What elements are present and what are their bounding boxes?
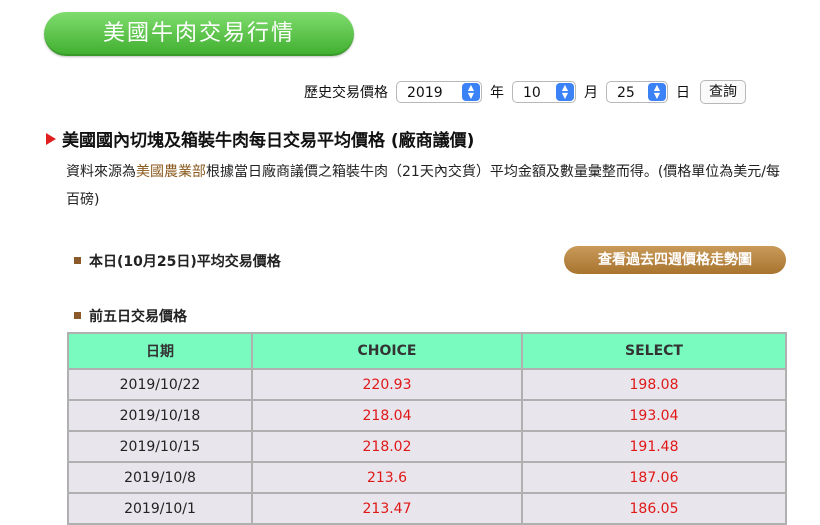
four-week-trend-button[interactable]: 查看過去四週價格走勢圖 (564, 246, 786, 274)
select-arrows-icon: ▲ ▼ (462, 83, 480, 101)
row-date: 2019/10/1 (67, 492, 253, 525)
row-choice-price: 213.47 (251, 492, 523, 525)
select-arrows-icon: ▲ ▼ (556, 83, 574, 101)
select-arrows-icon: ▲ ▼ (648, 83, 666, 101)
row-choice-price: 220.93 (251, 368, 523, 401)
table-row: 2019/10/18 218.04 193.04 (67, 399, 787, 432)
row-date: 2019/10/22 (67, 368, 253, 401)
table-row: 2019/10/8 213.6 187.06 (67, 461, 787, 494)
section-title: 美國國內切塊及箱裝牛肉每日交易平均價格 (廠商議價) (46, 126, 474, 151)
today-price-heading: 本日(10月25日)平均交易價格 (74, 251, 281, 271)
year-select[interactable]: 2019 ▲ ▼ (396, 81, 482, 103)
desc-prefix: 資料來源為 (66, 164, 136, 180)
month-select[interactable]: 10 ▲ ▼ (512, 81, 576, 103)
table-row: 2019/10/22 220.93 198.08 (67, 368, 787, 401)
column-header-choice: CHOICE (251, 332, 523, 370)
bullet-square-icon (74, 312, 81, 319)
query-button[interactable]: 查詢 (700, 80, 746, 104)
row-select-price: 193.04 (521, 399, 787, 432)
row-date: 2019/10/8 (67, 461, 253, 494)
row-date: 2019/10/15 (67, 430, 253, 463)
column-header-select: SELECT (521, 332, 787, 370)
row-select-price: 198.08 (521, 368, 787, 401)
row-select-price: 191.48 (521, 430, 787, 463)
table-header-row: 日期 CHOICE SELECT (67, 332, 787, 370)
price-table: 日期 CHOICE SELECT 2019/10/22 220.93 198.0… (67, 332, 787, 525)
section-title-text: 美國國內切塊及箱裝牛肉每日交易平均價格 (廠商議價) (62, 131, 475, 151)
year-unit: 年 (490, 85, 504, 101)
red-triangle-icon (46, 133, 56, 145)
usda-link[interactable]: 美國農業部 (136, 164, 206, 180)
row-select-price: 186.05 (521, 492, 787, 525)
row-choice-price: 218.02 (251, 430, 523, 463)
row-choice-price: 213.6 (251, 461, 523, 494)
history-date-selector: 歷史交易價格 2019 ▲ ▼ 年 10 ▲ ▼ 月 25 ▲ ▼ 日 查詢 (304, 79, 746, 105)
month-unit: 月 (584, 85, 598, 101)
history-price-label: 歷史交易價格 (304, 85, 388, 101)
today-heading-text: 本日(10月25日)平均交易價格 (89, 254, 281, 270)
row-choice-price: 218.04 (251, 399, 523, 432)
column-header-date: 日期 (67, 332, 253, 370)
row-select-price: 187.06 (521, 461, 787, 494)
table-row: 2019/10/15 218.02 191.48 (67, 430, 787, 463)
year-value: 2019 (407, 85, 443, 101)
day-select[interactable]: 25 ▲ ▼ (606, 81, 668, 103)
page-title: 美國牛肉交易行情 (44, 12, 354, 56)
day-value: 25 (617, 85, 635, 101)
day-unit: 日 (676, 85, 690, 101)
bullet-square-icon (74, 257, 81, 264)
history-heading-text: 前五日交易價格 (89, 309, 187, 325)
table-row: 2019/10/1 213.47 186.05 (67, 492, 787, 525)
section-description: 資料來源為美國農業部根據當日廠商議價之箱裝牛肉（21天內交貨）平均金額及數量彙整… (66, 158, 786, 214)
row-date: 2019/10/18 (67, 399, 253, 432)
history-heading: 前五日交易價格 (74, 306, 187, 326)
month-value: 10 (523, 85, 541, 101)
